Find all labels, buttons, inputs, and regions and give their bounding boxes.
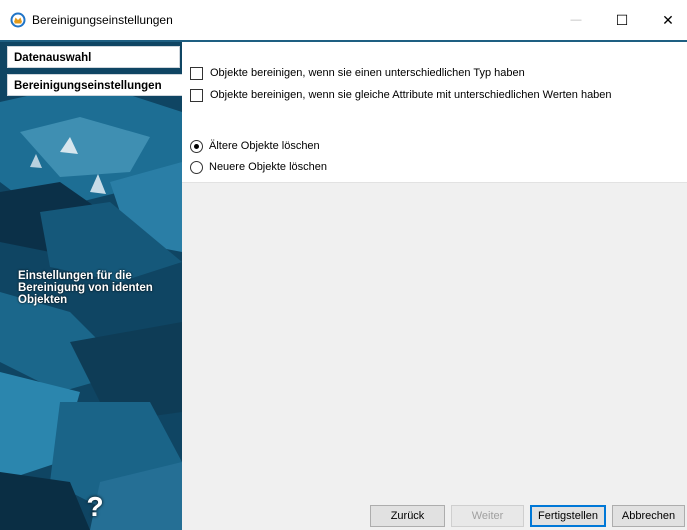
nav-item-bereinigungseinstellungen[interactable]: Bereinigungseinstellungen <box>7 74 182 96</box>
radio-delete-older[interactable]: Ältere Objekte löschen <box>190 138 320 154</box>
checkbox-different-type[interactable]: Objekte bereinigen, wenn sie einen unter… <box>190 65 525 81</box>
maximize-button[interactable]: ☐ <box>599 0 645 40</box>
maximize-icon: ☐ <box>615 11 629 28</box>
close-icon: ✕ <box>662 11 674 28</box>
close-button[interactable]: ✕ <box>645 0 687 40</box>
radio-delete-older-button[interactable] <box>190 139 203 153</box>
radio-delete-older-label: Ältere Objekte löschen <box>209 140 320 152</box>
minimize-icon: — <box>570 14 582 26</box>
wizard-sidebar: Datenauswahl Bereinigungseinstellungen E… <box>0 42 182 530</box>
title-bar: Bereinigungseinstellungen — ☐ ✕ <box>0 0 687 40</box>
finish-button[interactable]: Fertigstellen <box>530 505 606 527</box>
app-icon <box>10 12 26 28</box>
radio-delete-newer-button[interactable] <box>190 160 203 174</box>
minimize-button[interactable]: — <box>553 0 599 40</box>
nav-item-datenauswahl[interactable]: Datenauswahl <box>7 46 180 68</box>
checkbox-different-attribute-values-label: Objekte bereinigen, wenn sie gleiche Att… <box>210 89 612 101</box>
radio-delete-newer[interactable]: Neuere Objekte löschen <box>190 159 327 175</box>
checkbox-different-attribute-values-box[interactable] <box>190 88 203 102</box>
content-empty-area <box>182 183 687 530</box>
checkbox-different-type-label: Objekte bereinigen, wenn sie einen unter… <box>210 67 525 79</box>
cancel-button[interactable]: Abbrechen <box>612 505 685 527</box>
window-title: Bereinigungseinstellungen <box>32 13 173 27</box>
next-button[interactable]: Weiter <box>451 505 524 527</box>
wizard-window: Bereinigungseinstellungen — ☐ ✕ Datenaus… <box>0 0 687 530</box>
help-icon[interactable]: ? <box>80 492 110 522</box>
back-button[interactable]: Zurück <box>370 505 445 527</box>
checkbox-different-attribute-values[interactable]: Objekte bereinigen, wenn sie gleiche Att… <box>190 87 612 103</box>
checkbox-different-type-box[interactable] <box>190 66 203 80</box>
radio-delete-newer-label: Neuere Objekte löschen <box>209 161 328 173</box>
step-description: Einstellungen für die Bereinigung von id… <box>18 270 153 306</box>
